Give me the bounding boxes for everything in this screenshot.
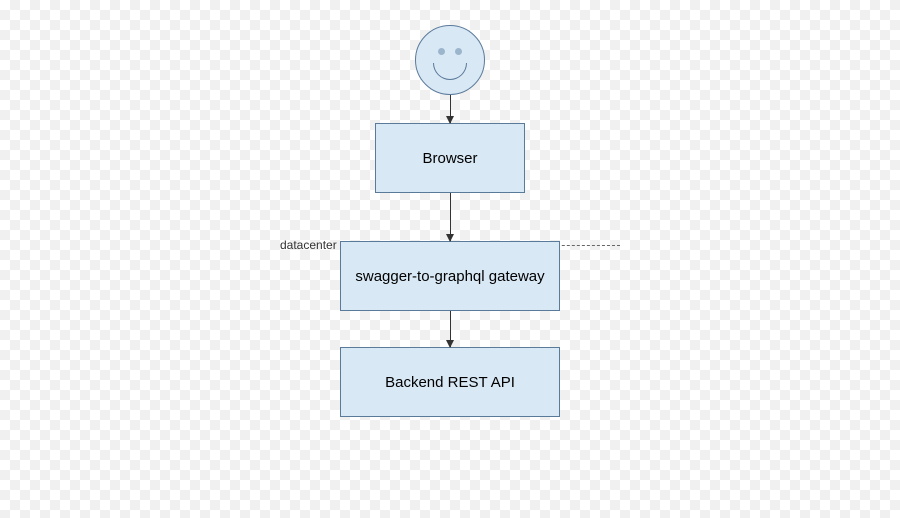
arrow-icon <box>450 95 451 123</box>
backend-label: Backend REST API <box>385 374 515 391</box>
browser-node: Browser <box>375 123 525 193</box>
flow-diagram: Browser swagger-to-graphql gateway Backe… <box>340 25 560 417</box>
gateway-node: swagger-to-graphql gateway <box>340 241 560 311</box>
backend-node: Backend REST API <box>340 347 560 417</box>
browser-label: Browser <box>422 150 477 167</box>
user-actor-icon <box>415 25 485 95</box>
boundary-label: datacenter <box>280 238 337 252</box>
arrow-icon <box>450 193 451 241</box>
gateway-label: swagger-to-graphql gateway <box>355 268 544 285</box>
arrow-icon <box>450 311 451 347</box>
